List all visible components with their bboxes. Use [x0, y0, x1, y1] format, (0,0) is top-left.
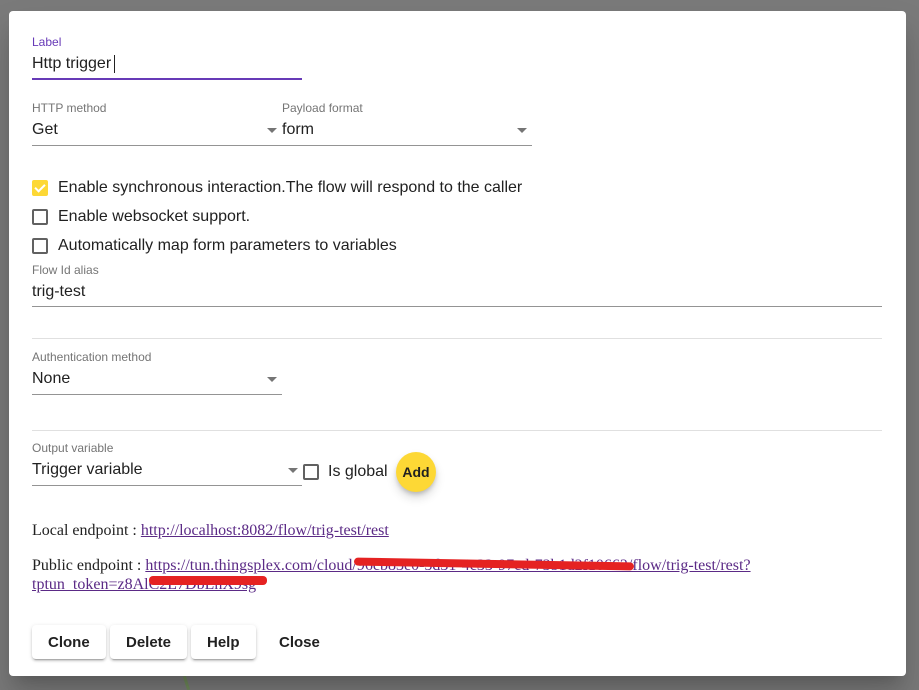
- public-endpoint-label: Public endpoint :: [32, 557, 146, 574]
- delete-button[interactable]: Delete: [110, 625, 188, 659]
- payload-format-select[interactable]: form: [282, 121, 314, 139]
- text-caret: [114, 55, 115, 73]
- websocket-checkbox[interactable]: [32, 209, 48, 225]
- automap-label: Automatically map form parameters to var…: [58, 237, 397, 254]
- flow-alias-label: Flow Id alias: [32, 263, 99, 277]
- auth-method-select[interactable]: None: [32, 370, 70, 388]
- label-input[interactable]: Http trigger: [32, 55, 111, 73]
- sync-interaction-option[interactable]: Enable synchronous interaction.The flow …: [32, 178, 522, 198]
- chevron-down-icon[interactable]: [517, 128, 527, 133]
- automap-option[interactable]: Automatically map form parameters to var…: [32, 236, 397, 256]
- chevron-down-icon[interactable]: [288, 468, 298, 473]
- add-button[interactable]: Add: [396, 452, 436, 492]
- output-variable-select[interactable]: Trigger variable: [32, 461, 143, 479]
- websocket-option[interactable]: Enable websocket support.: [32, 207, 250, 227]
- label-input-underline: [32, 78, 302, 80]
- local-endpoint: Local endpoint : http://localhost:8082/f…: [32, 522, 389, 540]
- http-method-select[interactable]: Get: [32, 121, 58, 139]
- output-variable-underline: [32, 485, 302, 486]
- is-global-checkbox[interactable]: [303, 464, 319, 480]
- automap-checkbox[interactable]: [32, 238, 48, 254]
- local-endpoint-link[interactable]: http://localhost:8082/flow/trig-test/res…: [141, 522, 389, 539]
- sync-interaction-checkbox[interactable]: [32, 180, 48, 196]
- sync-interaction-label: Enable synchronous interaction.The flow …: [58, 179, 523, 196]
- payload-format-underline: [282, 145, 532, 146]
- flow-alias-underline: [32, 306, 882, 307]
- chevron-down-icon[interactable]: [267, 377, 277, 382]
- is-global-label: Is global: [328, 463, 388, 480]
- auth-method-underline: [32, 394, 282, 395]
- is-global-option[interactable]: Is global: [303, 462, 388, 482]
- redaction-mark: [149, 576, 267, 585]
- http-method-underline: [32, 145, 282, 146]
- http-method-label: HTTP method: [32, 101, 107, 115]
- websocket-label: Enable websocket support.: [58, 208, 251, 225]
- section-divider: [32, 338, 882, 339]
- chevron-down-icon[interactable]: [267, 128, 277, 133]
- flow-alias-input[interactable]: trig-test: [32, 283, 85, 301]
- output-variable-label: Output variable: [32, 441, 114, 455]
- clone-button[interactable]: Clone: [32, 625, 106, 659]
- auth-method-label: Authentication method: [32, 350, 152, 364]
- label-field-label: Label: [32, 35, 62, 49]
- local-endpoint-label: Local endpoint :: [32, 522, 141, 539]
- close-button[interactable]: Close: [263, 625, 336, 659]
- payload-format-label: Payload format: [282, 101, 363, 115]
- flow-trigger-dialog: Label Http trigger HTTP method Get Paylo…: [9, 11, 906, 676]
- section-divider: [32, 430, 882, 431]
- help-button[interactable]: Help: [191, 625, 256, 659]
